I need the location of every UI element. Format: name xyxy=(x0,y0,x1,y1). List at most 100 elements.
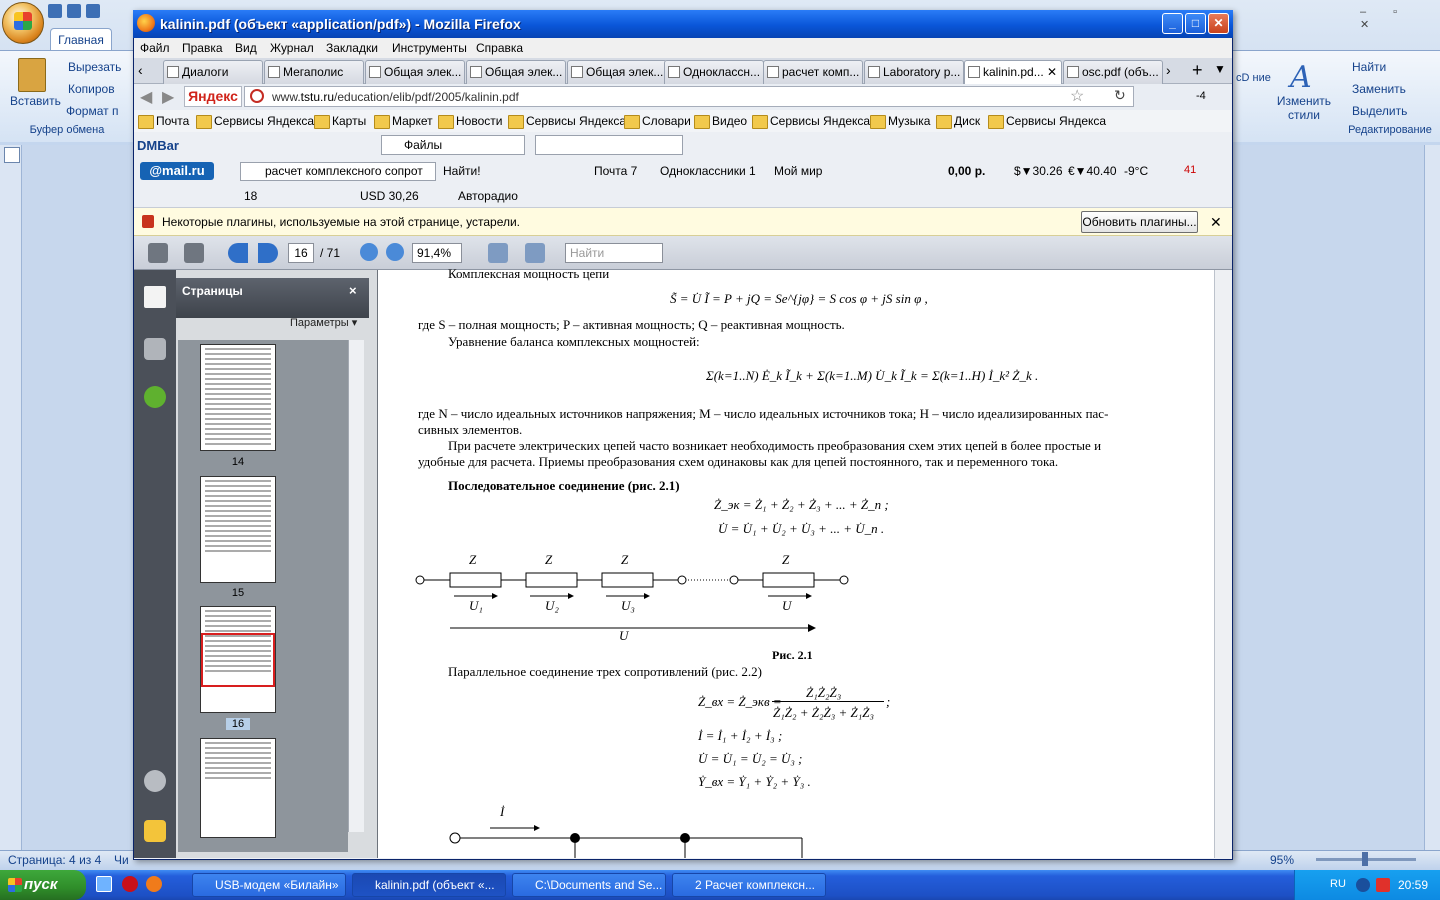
network-icon[interactable] xyxy=(1356,878,1370,892)
bookmark-item[interactable]: Почта xyxy=(138,114,189,129)
close-button[interactable]: ✕ xyxy=(1208,13,1229,34)
new-tab-button[interactable]: + xyxy=(1192,60,1203,81)
tabs-scroll-left-button[interactable]: ‹ xyxy=(138,62,143,78)
fit-page-icon[interactable] xyxy=(525,243,545,263)
firefox-icon[interactable] xyxy=(146,876,162,892)
mailru-search-input[interactable]: расчет комплексного сопрот xyxy=(240,162,436,181)
pages-options-menu[interactable]: Параметры ▾ xyxy=(290,316,357,329)
bookmark-item[interactable]: Сервисы Яндекса xyxy=(508,114,626,129)
paste-icon[interactable] xyxy=(18,58,46,92)
find-button[interactable]: Найти xyxy=(1352,60,1386,74)
browser-tab[interactable]: Диалоги xyxy=(163,60,263,84)
ruler-toggle-button[interactable] xyxy=(4,147,20,163)
bookmark-item[interactable]: Новости xyxy=(438,114,502,129)
word-window-controls[interactable]: – ▫ ✕ xyxy=(1360,6,1440,31)
menu-view[interactable]: Вид xyxy=(235,41,257,55)
select-button[interactable]: Выделить xyxy=(1352,104,1407,118)
menu-bookmarks[interactable]: Закладки xyxy=(326,41,378,55)
page-thumbnail-15[interactable] xyxy=(200,476,276,583)
change-styles-button[interactable]: Изменить стили xyxy=(1276,94,1332,122)
yandex-logo[interactable]: Яндекс xyxy=(184,86,242,107)
taskbar-item[interactable]: C:\Documents and Se... xyxy=(512,873,666,897)
tab-list-button[interactable]: ▼ xyxy=(1214,62,1226,76)
traffic-count[interactable]: 41 xyxy=(1184,164,1196,176)
page-number-input[interactable]: 16 xyxy=(288,243,314,263)
show-desktop-icon[interactable] xyxy=(96,876,112,892)
menu-history[interactable]: Журнал xyxy=(270,41,314,55)
fit-width-icon[interactable] xyxy=(488,243,508,263)
dmbar-logo[interactable]: DMBar xyxy=(137,138,179,153)
maximize-button[interactable]: □ xyxy=(1185,13,1206,34)
bookmark-item[interactable]: Диск xyxy=(936,114,980,129)
currency-widget[interactable]: USD 30,26 xyxy=(346,189,419,203)
radio-widget[interactable]: Авторадио xyxy=(444,189,518,203)
browser-tab[interactable]: расчет комп... xyxy=(763,60,863,84)
update-plugins-button[interactable]: Обновить плагины... xyxy=(1081,211,1198,233)
pages-panel-icon[interactable] xyxy=(144,286,166,308)
quick-access-toolbar[interactable] xyxy=(48,4,130,22)
next-page-icon[interactable] xyxy=(258,243,278,263)
menu-help[interactable]: Справка xyxy=(476,41,523,55)
temperature-widget[interactable]: -9°C xyxy=(1124,164,1148,178)
opera-icon[interactable] xyxy=(122,876,138,892)
zoom-level[interactable]: 95% xyxy=(1270,853,1294,867)
cut-button[interactable]: Вырезать xyxy=(68,60,121,74)
zoom-in-icon[interactable] xyxy=(386,243,404,261)
bookmark-item[interactable]: Сервисы Яндекса xyxy=(988,114,1106,129)
word-scrollbar[interactable] xyxy=(1424,145,1440,850)
tabs-scroll-right-button[interactable]: › xyxy=(1166,62,1171,78)
taskbar-item[interactable]: 2 Расчет комплексн... xyxy=(672,873,826,897)
weather-widget[interactable]: -4 xyxy=(1196,90,1206,102)
copy-button[interactable]: Копиров xyxy=(68,82,115,96)
browser-tab[interactable]: Общая элек... xyxy=(567,60,667,84)
zoom-input[interactable]: 91,4% xyxy=(412,243,462,263)
mail-inbox-button[interactable]: Почта 7 xyxy=(576,164,637,178)
thumbnail-scrollbar[interactable] xyxy=(348,340,364,832)
dmbar-search-input[interactable] xyxy=(535,135,683,155)
status-word-count[interactable]: Чи xyxy=(114,853,129,867)
binoculars-icon[interactable] xyxy=(144,338,166,360)
attachment-icon[interactable] xyxy=(144,770,166,792)
tab-home[interactable]: Главная xyxy=(50,28,112,50)
zoom-out-icon[interactable] xyxy=(360,243,378,261)
pdf-find-input[interactable]: Найти xyxy=(565,243,663,263)
replace-button[interactable]: Заменить xyxy=(1352,82,1406,96)
clock[interactable]: 20:59 xyxy=(1398,878,1428,892)
my-world-button[interactable]: Мой мир xyxy=(760,164,822,178)
taskbar-item[interactable]: USB-модем «Билайн» xyxy=(192,873,346,897)
reload-icon[interactable]: ↻ xyxy=(1114,87,1126,104)
menu-file[interactable]: Файл xyxy=(140,41,170,55)
pages-panel-close-icon[interactable]: × xyxy=(349,283,357,298)
page-thumbnail-14[interactable] xyxy=(200,344,276,451)
forward-button[interactable]: ▶ xyxy=(162,87,174,107)
browser-tab[interactable]: Общая элек... xyxy=(466,60,566,84)
back-button[interactable]: ◀ xyxy=(140,87,152,107)
status-page-count[interactable]: Страница: 4 из 4 xyxy=(8,853,101,867)
bookmark-item[interactable]: Маркет xyxy=(374,114,433,129)
odnoklassniki-button[interactable]: Одноклассники 1 xyxy=(644,164,756,178)
bookmark-item[interactable]: Сервисы Яндекса xyxy=(752,114,870,129)
save-icon[interactable] xyxy=(184,243,204,263)
format-painter-button[interactable]: Формат п xyxy=(66,104,118,118)
browser-tab[interactable]: osc.pdf (объ... xyxy=(1063,60,1163,84)
notes-count[interactable]: 18 xyxy=(244,189,257,203)
page-thumbnail-17[interactable] xyxy=(200,738,276,838)
bookmark-item[interactable]: Музыка xyxy=(870,114,930,129)
comments-icon[interactable] xyxy=(144,820,166,842)
mailru-logo[interactable]: @mail.ru xyxy=(140,162,214,180)
browser-tab-active[interactable]: kalinin.pd... ✕ xyxy=(964,60,1062,84)
minimize-button[interactable]: _ xyxy=(1162,13,1183,34)
page-thumbnail-16[interactable] xyxy=(200,606,276,713)
print-icon[interactable] xyxy=(148,243,168,263)
bookmark-item[interactable]: Сервисы Яндекса xyxy=(196,114,314,129)
pdf-scrollbar[interactable] xyxy=(1214,270,1231,858)
browser-tab[interactable]: Одноклассн... xyxy=(664,60,764,84)
menu-edit[interactable]: Правка xyxy=(182,41,223,55)
bookmark-item[interactable]: Словари xyxy=(624,114,691,129)
language-indicator[interactable]: RU xyxy=(1330,878,1346,890)
files-dropdown[interactable]: Файлы xyxy=(381,135,525,155)
eur-rate[interactable]: €▼40.40 xyxy=(1068,164,1117,178)
change-styles-icon[interactable]: A xyxy=(1290,60,1312,95)
url-text[interactable]: www.tstu.ru/education/elib/pdf/2005/kali… xyxy=(272,90,519,104)
usd-rate[interactable]: $▼30.26 xyxy=(1014,164,1063,178)
